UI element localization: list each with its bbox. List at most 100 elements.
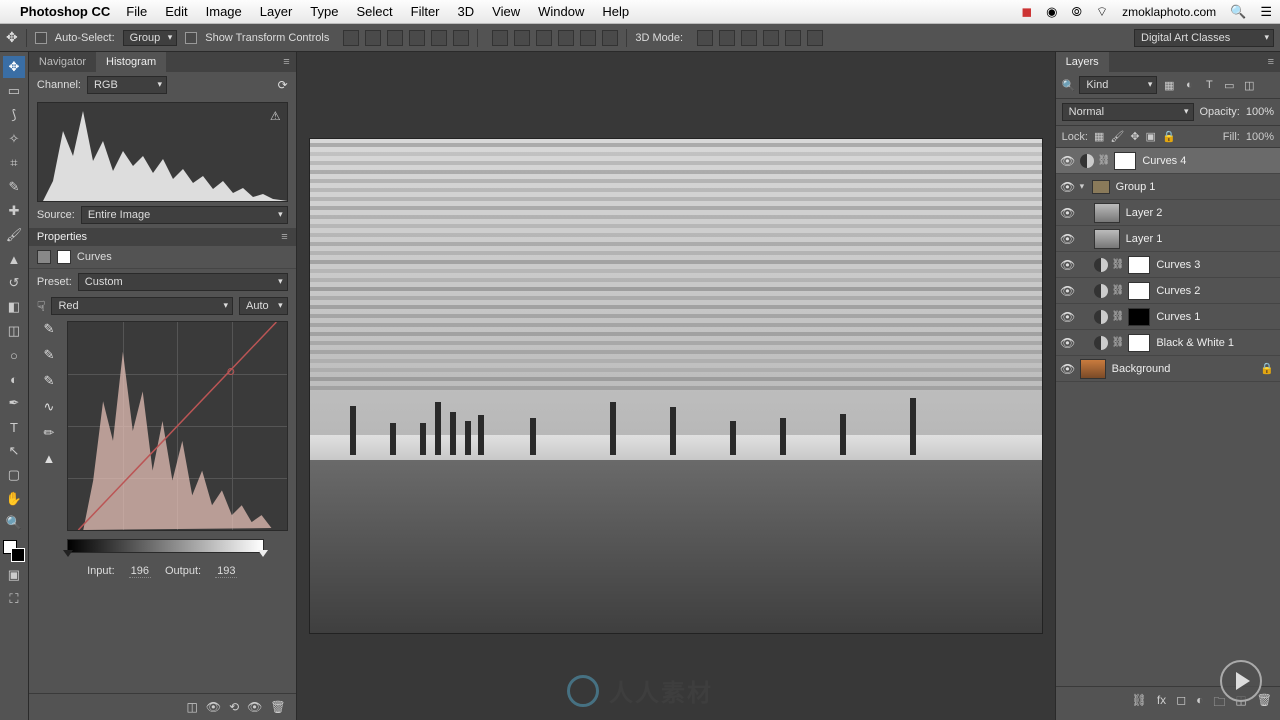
layer-name[interactable]: Black & White 1 — [1156, 337, 1234, 349]
pen-tool[interactable]: ✒ — [3, 392, 25, 414]
3d-icon[interactable] — [697, 30, 713, 46]
align-icon[interactable] — [453, 30, 469, 46]
dodge-tool[interactable]: ◐ — [3, 368, 25, 390]
channel-dropdown[interactable]: RGB — [87, 76, 167, 94]
curves-input-slider[interactable] — [67, 539, 264, 553]
visibility-icon[interactable]: 👁 — [1056, 180, 1080, 194]
visibility-icon[interactable]: 👁 — [1056, 232, 1080, 246]
link-icon[interactable]: ⛓ — [1112, 259, 1125, 270]
fx-icon[interactable]: fx — [1157, 693, 1166, 714]
curves-graph[interactable] — [67, 321, 288, 531]
view-previous-icon[interactable]: 👁 — [206, 700, 221, 714]
align-icon[interactable] — [365, 30, 381, 46]
eyedropper-tool[interactable]: ✎ — [3, 176, 25, 198]
dist-icon[interactable] — [536, 30, 552, 46]
visibility-icon[interactable]: 👁 — [1056, 258, 1080, 272]
app-name[interactable]: Photoshop CC — [20, 4, 110, 19]
pencil-icon[interactable]: ✏ — [43, 425, 54, 441]
menu-3d[interactable]: 3D — [458, 4, 475, 19]
blur-tool[interactable]: ○ — [3, 344, 25, 366]
link-layers-icon[interactable]: ⛓ — [1132, 693, 1147, 714]
group-icon[interactable]: 🗀 — [1213, 693, 1225, 714]
menu-type[interactable]: Type — [310, 4, 338, 19]
source-dropdown[interactable]: Entire Image — [81, 206, 288, 224]
visibility-icon[interactable]: 👁 — [1056, 154, 1080, 168]
align-icon[interactable] — [343, 30, 359, 46]
layer-row[interactable]: 👁Layer 1 — [1056, 226, 1280, 252]
layer-row[interactable]: 👁Layer 2 — [1056, 200, 1280, 226]
menu-view[interactable]: View — [492, 4, 520, 19]
shape-tool[interactable]: ▢ — [3, 464, 25, 486]
expand-icon[interactable]: ▾ — [1080, 181, 1092, 192]
mask-icon[interactable] — [57, 250, 71, 264]
preset-dropdown[interactable]: Custom — [78, 273, 288, 291]
layer-mask[interactable] — [1128, 308, 1150, 326]
color-swatch[interactable] — [3, 540, 25, 562]
dist-icon[interactable] — [558, 30, 574, 46]
visibility-icon[interactable]: 👁 — [1056, 310, 1080, 324]
wand-tool[interactable]: ✧ — [3, 128, 25, 150]
filter-kind-dropdown[interactable]: Kind — [1079, 76, 1157, 94]
layer-name[interactable]: Background — [1112, 363, 1171, 375]
panel-menu-icon[interactable]: ≡ — [1262, 52, 1280, 72]
screenmode-tool[interactable]: ⛶ — [3, 588, 25, 610]
align-icon[interactable] — [387, 30, 403, 46]
layer-thumb[interactable] — [1094, 203, 1120, 223]
layer-row[interactable]: 👁Background🔒 — [1056, 356, 1280, 382]
auto-select-checkbox[interactable] — [35, 32, 47, 44]
panel-menu-icon[interactable]: ≡ — [281, 231, 287, 243]
curve-point-icon[interactable]: ∿ — [43, 399, 54, 415]
layer-row[interactable]: 👁⛓Curves 1 — [1056, 304, 1280, 330]
history-brush-tool[interactable]: ↺ — [3, 272, 25, 294]
visibility-icon[interactable]: 👁 — [1056, 362, 1080, 376]
toggle-visibility-icon[interactable]: 👁 — [247, 700, 262, 714]
layer-name[interactable]: Group 1 — [1116, 181, 1156, 193]
search-field[interactable]: Digital Art Classes — [1134, 29, 1274, 47]
transform-checkbox[interactable] — [185, 32, 197, 44]
layer-mask[interactable] — [1128, 282, 1150, 300]
curves-channel-dropdown[interactable]: Red — [51, 297, 233, 315]
menu-window[interactable]: Window — [538, 4, 584, 19]
layer-thumb[interactable] — [1094, 229, 1120, 249]
3d-icon[interactable] — [785, 30, 801, 46]
zoom-tool[interactable]: 🔍 — [3, 512, 25, 534]
tab-layers[interactable]: Layers — [1056, 52, 1109, 72]
layer-thumb[interactable] — [1080, 359, 1106, 379]
menu-filter[interactable]: Filter — [411, 4, 440, 19]
blend-mode-dropdown[interactable]: Normal — [1062, 103, 1194, 121]
3d-icon[interactable] — [719, 30, 735, 46]
lock-all-icon[interactable]: 🔒 — [1162, 130, 1176, 143]
layer-name[interactable]: Curves 1 — [1156, 311, 1200, 323]
visibility-icon[interactable]: 👁 — [1056, 336, 1080, 350]
filter-pixel-icon[interactable]: ▦ — [1161, 77, 1177, 93]
hand-tool[interactable]: ✋ — [3, 488, 25, 510]
input-value[interactable]: 196 — [129, 565, 151, 578]
dist-icon[interactable] — [514, 30, 530, 46]
lasso-tool[interactable]: ⟆ — [3, 104, 25, 126]
lock-transparent-icon[interactable]: ▦ — [1094, 130, 1104, 143]
eraser-tool[interactable]: ◧ — [3, 296, 25, 318]
3d-icon[interactable] — [807, 30, 823, 46]
filter-smart-icon[interactable]: ◫ — [1241, 77, 1257, 93]
align-icon[interactable] — [431, 30, 447, 46]
3d-icon[interactable] — [763, 30, 779, 46]
menu-file[interactable]: File — [126, 4, 147, 19]
eyedropper-white-icon[interactable]: ✎ — [43, 373, 54, 389]
adjustment-icon[interactable]: ◐ — [1196, 693, 1203, 714]
tab-histogram[interactable]: Histogram — [96, 52, 166, 72]
link-icon[interactable]: ⛓ — [1112, 285, 1125, 296]
menu-help[interactable]: Help — [602, 4, 629, 19]
heal-tool[interactable]: ✚ — [3, 200, 25, 222]
output-value[interactable]: 193 — [215, 565, 237, 578]
layer-name[interactable]: Curves 3 — [1156, 259, 1200, 271]
eyedropper-black-icon[interactable]: ✎ — [43, 321, 54, 337]
link-icon[interactable]: ⛓ — [1098, 155, 1111, 166]
layer-row[interactable]: 👁⛓Curves 4 — [1056, 148, 1280, 174]
creative-cloud-icon[interactable]: ⦾ — [1071, 4, 1081, 20]
clip-icon[interactable]: ◫ — [187, 700, 198, 714]
smooth-icon[interactable]: ▲ — [42, 451, 55, 466]
lock-paint-icon[interactable]: 🖌 — [1110, 130, 1124, 143]
crop-tool[interactable]: ⌗ — [3, 152, 25, 174]
move-tool-icon[interactable]: ✥ — [6, 29, 18, 46]
link-icon[interactable]: ⛓ — [1112, 337, 1125, 348]
